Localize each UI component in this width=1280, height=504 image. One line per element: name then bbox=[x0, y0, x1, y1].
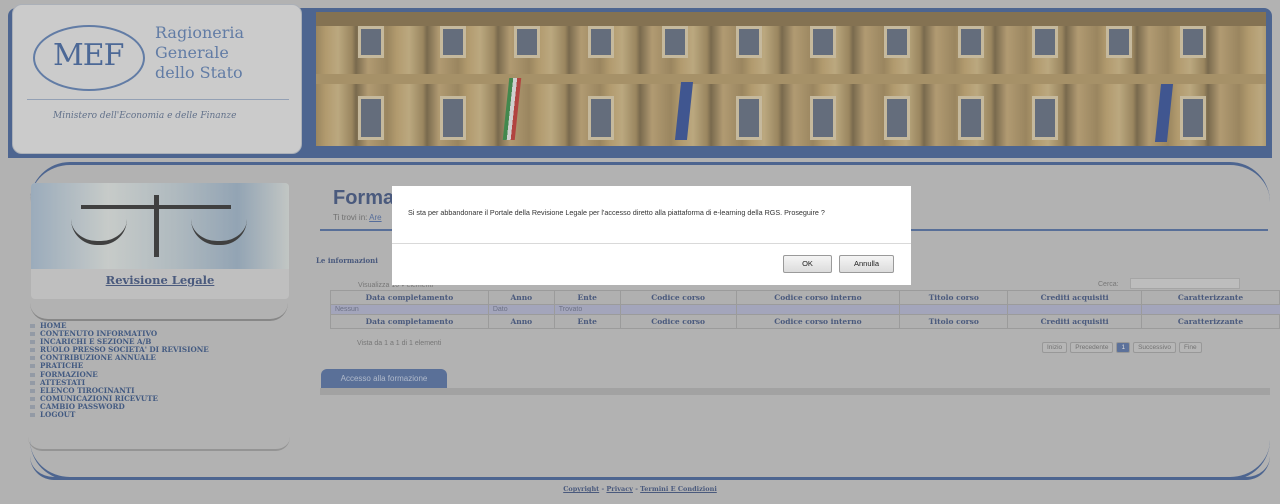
cancel-button[interactable]: Annulla bbox=[839, 255, 894, 273]
confirm-dialog: Si sta per abbandonare il Portale della … bbox=[392, 186, 911, 285]
ok-button[interactable]: OK bbox=[783, 255, 832, 273]
dialog-message: Si sta per abbandonare il Portale della … bbox=[408, 208, 825, 217]
dialog-divider bbox=[392, 243, 911, 244]
